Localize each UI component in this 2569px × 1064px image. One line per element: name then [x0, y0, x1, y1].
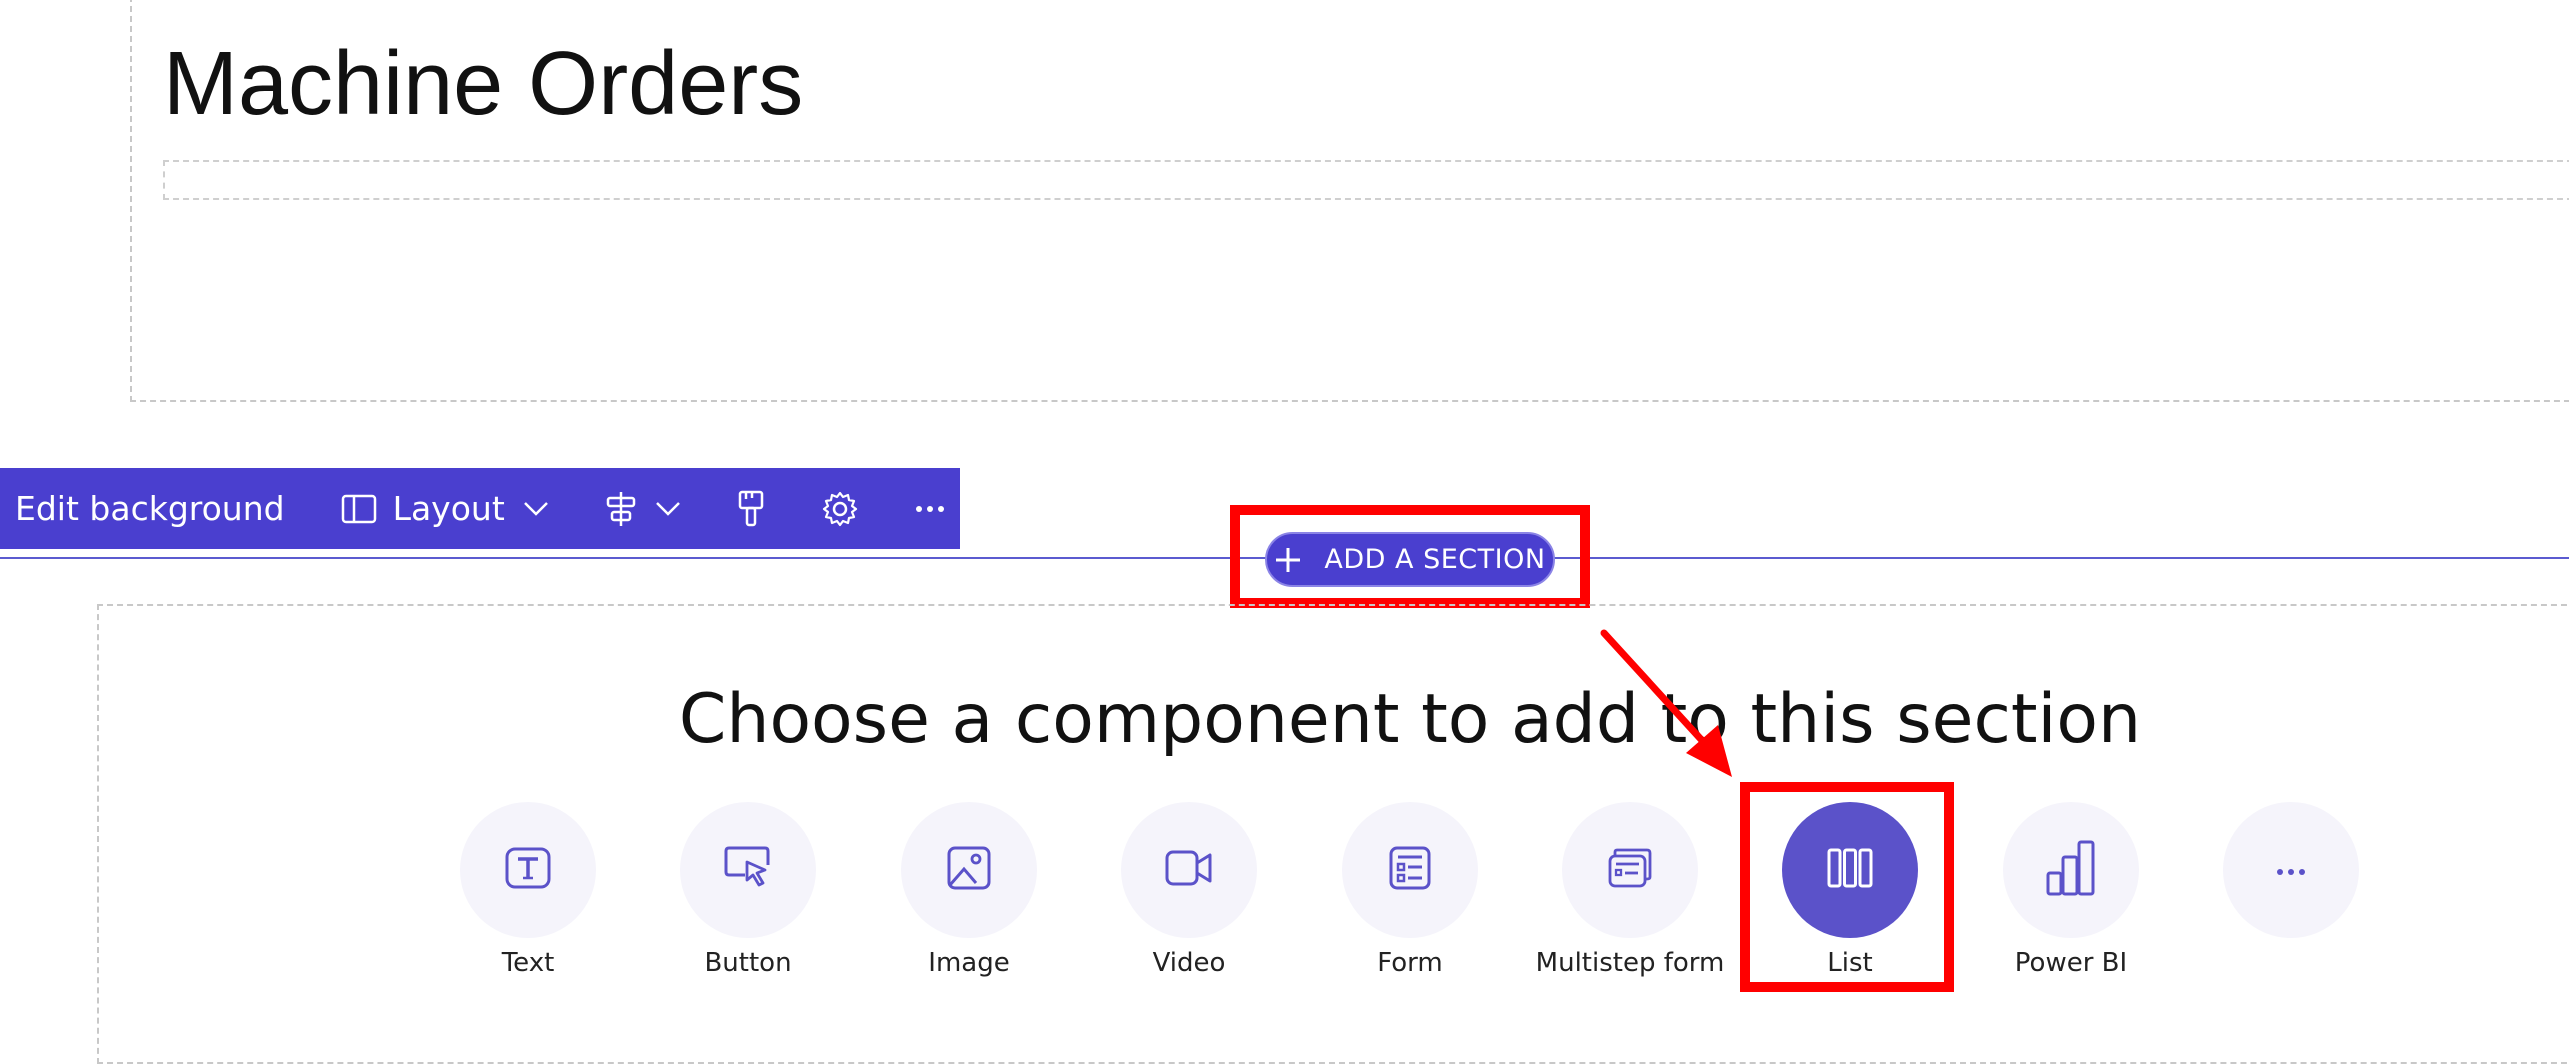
text-icon	[504, 846, 552, 894]
component-image-circle	[901, 802, 1037, 938]
image-icon	[946, 845, 992, 895]
chevron-down-icon	[655, 501, 681, 517]
component-picker-title: Choose a component to add to this sectio…	[678, 680, 2142, 759]
annotation-highlight-add-section	[1230, 505, 1590, 608]
component-label: Text	[501, 948, 555, 978]
component-multistep-form[interactable]: Multistep form	[1536, 802, 1724, 978]
edit-background-button[interactable]: Edit background	[0, 468, 313, 549]
section-toolbar: Edit background Layout	[0, 468, 960, 549]
component-form[interactable]: Form	[1325, 802, 1495, 978]
component-power-bi[interactable]: Power BI	[1986, 802, 2156, 978]
gear-icon	[821, 490, 859, 528]
component-more[interactable]	[2206, 802, 2376, 948]
page-title: Machine Orders	[163, 34, 804, 134]
edit-background-label: Edit background	[15, 489, 285, 528]
video-icon	[1164, 849, 1214, 891]
format-painter-button[interactable]	[709, 468, 793, 549]
settings-button[interactable]	[793, 468, 887, 549]
more-options-button[interactable]	[887, 468, 973, 549]
form-icon	[1388, 845, 1432, 895]
component-button[interactable]: Button	[663, 802, 833, 978]
component-multistep-form-circle	[1562, 802, 1698, 938]
component-label: Multistep form	[1535, 948, 1725, 978]
component-label: Video	[1152, 948, 1226, 978]
component-power-bi-circle	[2003, 802, 2139, 938]
layout-icon	[341, 494, 377, 524]
paint-brush-icon	[737, 490, 765, 528]
more-icon	[915, 505, 945, 513]
component-label: Image	[928, 948, 1010, 978]
component-text[interactable]: Text	[443, 802, 613, 978]
layout-button[interactable]: Layout	[313, 468, 577, 549]
button-icon	[723, 845, 773, 895]
component-form-circle	[1342, 802, 1478, 938]
component-label: Button	[704, 948, 792, 978]
component-label: Power BI	[2014, 948, 2128, 978]
component-video-circle	[1121, 802, 1257, 938]
component-more-circle	[2223, 802, 2359, 938]
annotation-highlight-list	[1740, 782, 1954, 992]
component-text-circle	[460, 802, 596, 938]
component-button-circle	[680, 802, 816, 938]
align-button[interactable]	[577, 468, 709, 549]
multistep-form-icon	[1607, 847, 1653, 893]
component-video[interactable]: Video	[1104, 802, 1274, 978]
title-dropzone[interactable]	[163, 160, 2569, 200]
annotation-arrow	[1600, 629, 1732, 777]
layout-label: Layout	[392, 489, 505, 528]
component-image[interactable]: Image	[884, 802, 1054, 978]
power-bi-icon	[2045, 839, 2097, 901]
chevron-down-icon	[523, 501, 549, 517]
component-label: Form	[1377, 948, 1443, 978]
more-icon	[2276, 861, 2306, 880]
align-icon	[605, 491, 637, 527]
